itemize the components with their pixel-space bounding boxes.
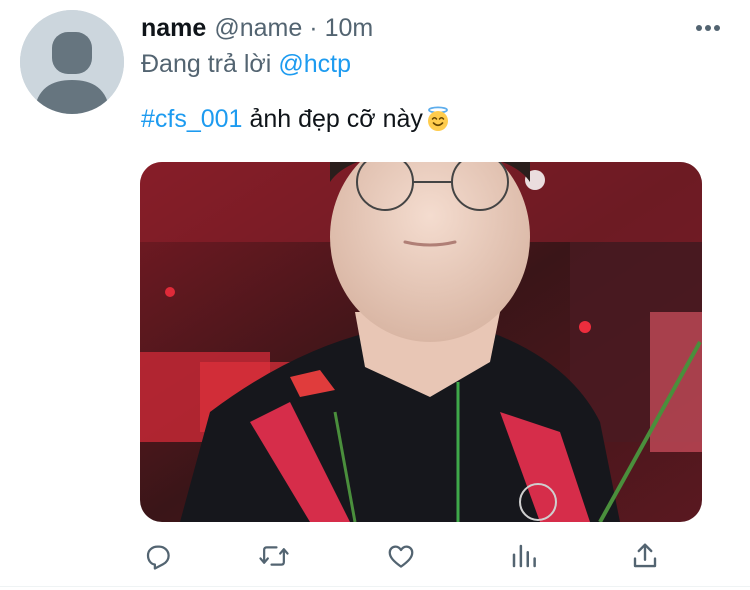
retweet-icon — [259, 546, 289, 566]
analytics-button[interactable] — [504, 536, 544, 576]
like-button[interactable] — [381, 536, 421, 576]
replying-to: Đang trả lời @hctp — [141, 47, 351, 81]
share-icon — [633, 543, 657, 568]
tweet-body: ảnh đẹp cỡ này — [249, 104, 423, 133]
display-name[interactable]: name — [141, 14, 206, 43]
reply-icon — [146, 545, 170, 570]
smiling-face-with-halo-icon — [425, 106, 451, 132]
user-handle[interactable]: @name — [214, 14, 302, 43]
replying-prefix: Đang trả lời — [141, 49, 272, 78]
tweet-text: #cfs_001 ảnh đẹp cỡ này — [141, 101, 451, 137]
divider — [0, 586, 750, 587]
more-icon — [696, 25, 720, 31]
photo — [140, 162, 702, 522]
default-avatar-icon — [20, 10, 124, 114]
analytics-icon — [512, 544, 536, 568]
timestamp[interactable]: 10m — [325, 14, 374, 43]
more-options-button[interactable] — [690, 16, 726, 40]
tweet-header: name @name · 10m — [141, 10, 373, 46]
tweet-actions — [0, 536, 750, 576]
reply-mention-link[interactable]: @hctp — [278, 50, 351, 79]
avatar[interactable] — [20, 10, 124, 114]
share-button[interactable] — [625, 536, 665, 576]
tweet-photo[interactable] — [140, 162, 702, 522]
hashtag-link[interactable]: #cfs_001 — [141, 105, 242, 134]
heart-icon — [388, 545, 414, 568]
separator-dot: · — [309, 13, 318, 42]
retweet-button[interactable] — [254, 536, 294, 576]
reply-button[interactable] — [138, 536, 178, 576]
